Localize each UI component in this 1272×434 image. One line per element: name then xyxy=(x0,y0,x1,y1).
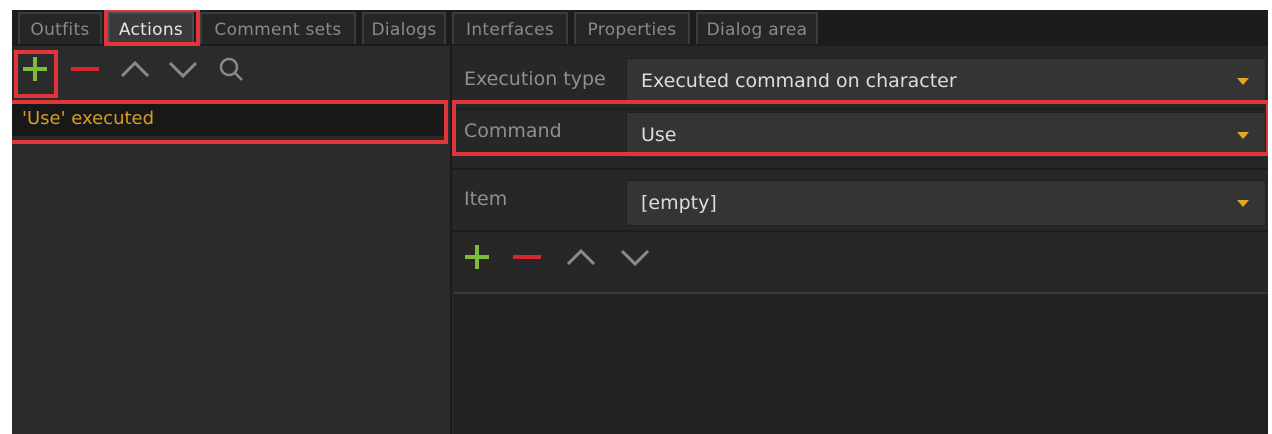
item-dropdown[interactable]: [empty] xyxy=(626,180,1266,226)
item-value: [empty] xyxy=(641,192,717,214)
tab-dialog-area[interactable]: Dialog area xyxy=(696,12,818,44)
move-up-icon xyxy=(566,248,596,266)
add-icon xyxy=(23,57,47,81)
chevron-down-icon xyxy=(1237,200,1249,207)
move-down-icon xyxy=(620,249,650,267)
divider xyxy=(452,108,1268,110)
command-label: Command xyxy=(464,120,562,142)
command-dropdown[interactable]: Use xyxy=(626,112,1266,158)
move-condition-up-button[interactable] xyxy=(564,240,598,274)
item-label: Item xyxy=(464,188,508,210)
actions-pane: 'Use' executed xyxy=(12,46,450,434)
action-properties-pane: Execution type Executed command on chara… xyxy=(450,46,1268,434)
tab-properties[interactable]: Properties xyxy=(574,12,690,44)
conditions-list xyxy=(454,292,1268,434)
command-value: Use xyxy=(641,124,677,146)
chevron-down-icon xyxy=(1237,132,1249,139)
tab-comment-sets[interactable]: Comment sets xyxy=(200,12,356,44)
remove-condition-button[interactable] xyxy=(510,240,544,274)
add-action-button[interactable] xyxy=(18,52,52,86)
tab-interfaces[interactable]: Interfaces xyxy=(452,12,568,44)
divider xyxy=(452,230,1268,232)
tab-outfits[interactable]: Outfits xyxy=(18,12,102,44)
actions-toolbar xyxy=(12,46,450,92)
move-up-button[interactable] xyxy=(118,52,152,86)
divider xyxy=(452,168,1268,170)
actions-list: 'Use' executed xyxy=(12,102,448,434)
tab-actions[interactable]: Actions xyxy=(108,12,194,44)
tab-dialogs[interactable]: Dialogs xyxy=(362,12,446,44)
tab-bar: Outfits Actions Comment sets Dialogs Int… xyxy=(12,10,1268,47)
search-button[interactable] xyxy=(214,52,248,86)
add-condition-button[interactable] xyxy=(460,240,494,274)
execution-type-value: Executed command on character xyxy=(641,70,957,92)
move-down-button[interactable] xyxy=(166,52,200,86)
remove-icon xyxy=(513,255,541,259)
chevron-down-icon xyxy=(1237,78,1249,85)
execution-type-dropdown[interactable]: Executed command on character xyxy=(626,58,1266,104)
move-up-icon xyxy=(120,60,150,78)
editor-window: Outfits Actions Comment sets Dialogs Int… xyxy=(12,10,1268,434)
move-down-icon xyxy=(168,61,198,79)
list-item[interactable]: 'Use' executed xyxy=(12,102,448,136)
remove-action-button[interactable] xyxy=(68,52,102,86)
search-icon xyxy=(219,57,243,81)
execution-type-label: Execution type xyxy=(464,68,606,90)
add-icon xyxy=(465,245,489,269)
move-condition-down-button[interactable] xyxy=(618,240,652,274)
remove-icon xyxy=(71,67,99,71)
